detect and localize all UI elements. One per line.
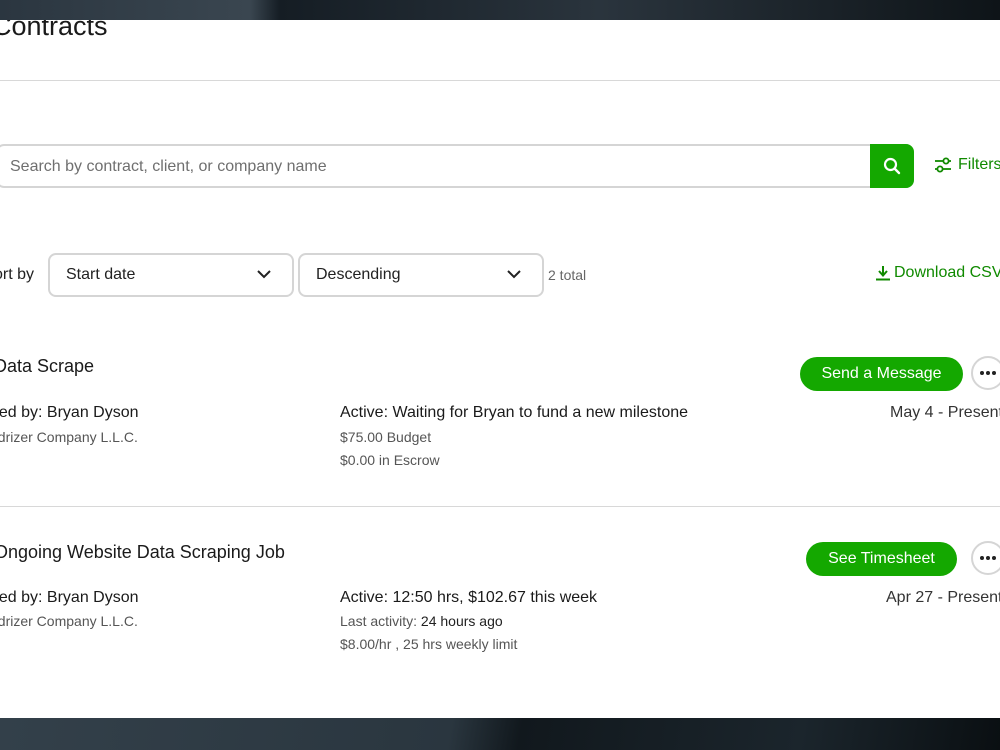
sliders-icon bbox=[935, 157, 951, 173]
sort-field-select[interactable]: Start date bbox=[48, 253, 294, 297]
see-timesheet-button[interactable]: See Timesheet bbox=[806, 542, 957, 576]
contract-divider bbox=[0, 506, 1000, 507]
contract-title[interactable]: Ongoing Website Data Scraping Job bbox=[0, 542, 285, 563]
contracts-page: Contracts Filters ort by Start date Desc… bbox=[0, 20, 1000, 718]
more-options-button[interactable] bbox=[971, 356, 1000, 390]
window-background-top bbox=[0, 0, 1000, 20]
contract-budget: $75.00 Budget bbox=[340, 429, 432, 445]
contract-rate: $8.00/hr , 25 hrs weekly limit bbox=[340, 636, 518, 652]
contract-status: Active: Waiting for Bryan to fund a new … bbox=[340, 404, 689, 421]
ellipsis-icon bbox=[980, 556, 996, 560]
sort-field-value: Start date bbox=[66, 266, 136, 283]
last-activity-value: 24 hours ago bbox=[420, 613, 503, 629]
contract-title[interactable]: Data Scrape bbox=[0, 356, 94, 377]
header-divider bbox=[0, 80, 1000, 81]
client-company: edrizer Company L.L.C. bbox=[0, 429, 138, 445]
hired-by: ired by: Bryan Dyson bbox=[0, 589, 139, 606]
search-input[interactable] bbox=[8, 146, 862, 188]
send-message-button[interactable]: Send a Message bbox=[800, 357, 963, 391]
page-title: Contracts bbox=[0, 20, 108, 41]
total-count: 2 total bbox=[548, 267, 587, 283]
hired-by: ired by: Bryan Dyson bbox=[0, 404, 139, 421]
window-background-bottom bbox=[0, 718, 1000, 750]
search-icon bbox=[883, 157, 901, 175]
contract-status: Active: 12:50 hrs, $102.67 this week bbox=[340, 589, 598, 606]
contract-dates: May 4 - Present bbox=[890, 404, 1000, 421]
sort-order-value: Descending bbox=[316, 266, 401, 283]
client-company: edrizer Company L.L.C. bbox=[0, 613, 138, 629]
filters-label: Filters bbox=[958, 156, 1000, 173]
download-label: Download CSV bbox=[894, 264, 1000, 281]
filters-button[interactable]: Filters bbox=[934, 156, 1000, 174]
sort-label: ort by bbox=[0, 266, 35, 283]
ellipsis-icon bbox=[980, 371, 996, 375]
chevron-down-icon bbox=[257, 270, 271, 279]
more-options-button[interactable] bbox=[971, 541, 1000, 575]
search-bar bbox=[0, 144, 914, 188]
download-icon bbox=[876, 266, 890, 281]
last-activity-label: Last activity: bbox=[340, 613, 418, 629]
last-activity: Last activity: 24 hours ago bbox=[340, 613, 503, 629]
sort-order-select[interactable]: Descending bbox=[298, 253, 544, 297]
contract-escrow: $0.00 in Escrow bbox=[340, 452, 440, 468]
chevron-down-icon bbox=[507, 270, 521, 279]
contract-dates: Apr 27 - Present bbox=[886, 589, 1000, 606]
download-csv-link[interactable]: Download CSV bbox=[875, 264, 1000, 282]
search-button[interactable] bbox=[870, 144, 914, 188]
